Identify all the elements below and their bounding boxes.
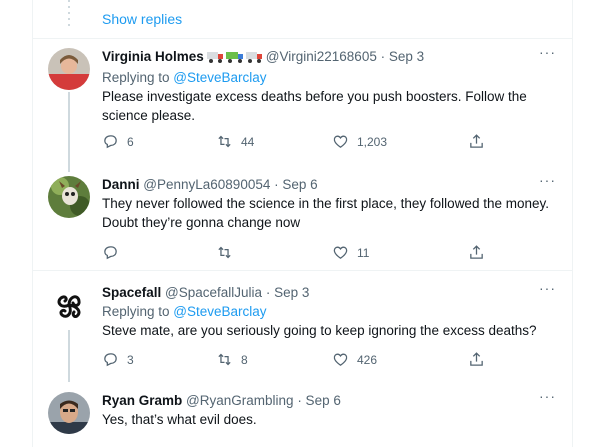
reply-count: 6 xyxy=(127,134,134,149)
tweet-actions: 3 8 426 xyxy=(102,351,558,371)
triskele-logo-icon xyxy=(48,284,90,326)
retweet-button[interactable]: 44 xyxy=(216,133,254,150)
replying-to-link[interactable]: @SteveBarclay xyxy=(173,304,266,319)
replying-to-link[interactable]: @SteveBarclay xyxy=(173,70,266,85)
timestamp[interactable]: · Sep 3 xyxy=(381,49,425,64)
thread-dotted-line xyxy=(68,0,70,30)
handle[interactable]: @RyanGrambling xyxy=(186,393,294,408)
more-options-icon[interactable]: ··· xyxy=(539,280,556,296)
like-count: 426 xyxy=(357,352,378,367)
tweet-text: Yes, that’s what evil does. xyxy=(102,412,257,427)
display-name[interactable]: Danni xyxy=(102,177,140,192)
retweet-icon xyxy=(218,246,231,259)
avatar[interactable] xyxy=(48,392,90,434)
tweet-actions: 11 xyxy=(102,244,558,264)
retweet-icon xyxy=(218,353,231,366)
divider xyxy=(33,38,572,39)
reply-count: 3 xyxy=(127,352,134,367)
like-count: 1,203 xyxy=(357,134,388,149)
tweet-text: Steve mate, are you seriously going to k… xyxy=(102,323,537,338)
thread-line xyxy=(68,92,70,172)
tweet-text: Please investigate excess deaths before … xyxy=(102,89,527,123)
heart-icon xyxy=(333,353,348,366)
tweet-actions: 6 44 1,203 xyxy=(102,133,558,153)
divider xyxy=(33,270,572,271)
timestamp[interactable]: · Sep 3 xyxy=(266,285,310,300)
display-name[interactable]: Spacefall xyxy=(102,285,161,300)
heart-icon xyxy=(333,135,348,148)
replying-to: Replying to @SteveBarclay xyxy=(102,302,558,321)
truck-emoji-icon xyxy=(206,50,263,68)
tweet-text: They never followed the science in the f… xyxy=(102,196,549,230)
replying-to: Replying to @SteveBarclay xyxy=(102,68,558,87)
reply-feed: Show replies Virginia Holmes @Virgini221… xyxy=(32,0,573,447)
reply-button[interactable] xyxy=(102,244,127,261)
share-button[interactable] xyxy=(468,351,485,368)
display-name[interactable]: Virginia Holmes xyxy=(102,49,204,64)
replying-to-label: Replying to xyxy=(102,304,174,319)
share-button[interactable] xyxy=(468,244,485,261)
thread-line xyxy=(68,330,70,382)
replying-to-label: Replying to xyxy=(102,70,174,85)
reply-icon xyxy=(104,246,117,260)
avatar[interactable] xyxy=(48,284,90,326)
more-options-icon[interactable]: ··· xyxy=(539,172,556,188)
reply-icon xyxy=(104,353,117,367)
avatar[interactable] xyxy=(48,176,90,218)
retweet-icon xyxy=(218,135,231,148)
like-button[interactable]: 426 xyxy=(332,351,377,368)
retweet-count: 8 xyxy=(241,352,248,367)
reply-icon xyxy=(104,135,117,149)
timestamp[interactable]: · Sep 6 xyxy=(274,177,318,192)
reply-button[interactable]: 3 xyxy=(102,351,134,368)
show-replies-link[interactable]: Show replies xyxy=(102,11,182,27)
retweet-button[interactable]: 8 xyxy=(216,351,248,368)
more-options-icon[interactable]: ··· xyxy=(539,44,556,60)
heart-icon xyxy=(333,246,348,259)
handle[interactable]: @Virgini22168605 xyxy=(266,49,377,64)
more-options-icon[interactable]: ··· xyxy=(539,388,556,404)
like-button[interactable]: 1,203 xyxy=(332,133,387,150)
share-icon xyxy=(470,134,483,148)
display-name[interactable]: Ryan Gramb xyxy=(102,393,182,408)
like-count: 11 xyxy=(357,245,370,260)
retweet-button[interactable] xyxy=(216,244,241,261)
reply-button[interactable]: 6 xyxy=(102,133,134,150)
handle[interactable]: @PennyLa60890054 xyxy=(143,177,270,192)
timestamp[interactable]: · Sep 6 xyxy=(297,393,341,408)
share-icon xyxy=(470,352,483,366)
like-button[interactable]: 11 xyxy=(332,244,369,261)
share-button[interactable] xyxy=(468,133,485,150)
handle[interactable]: @SpacefallJulia xyxy=(165,285,262,300)
share-icon xyxy=(470,245,483,259)
retweet-count: 44 xyxy=(241,134,255,149)
avatar[interactable] xyxy=(48,48,90,90)
